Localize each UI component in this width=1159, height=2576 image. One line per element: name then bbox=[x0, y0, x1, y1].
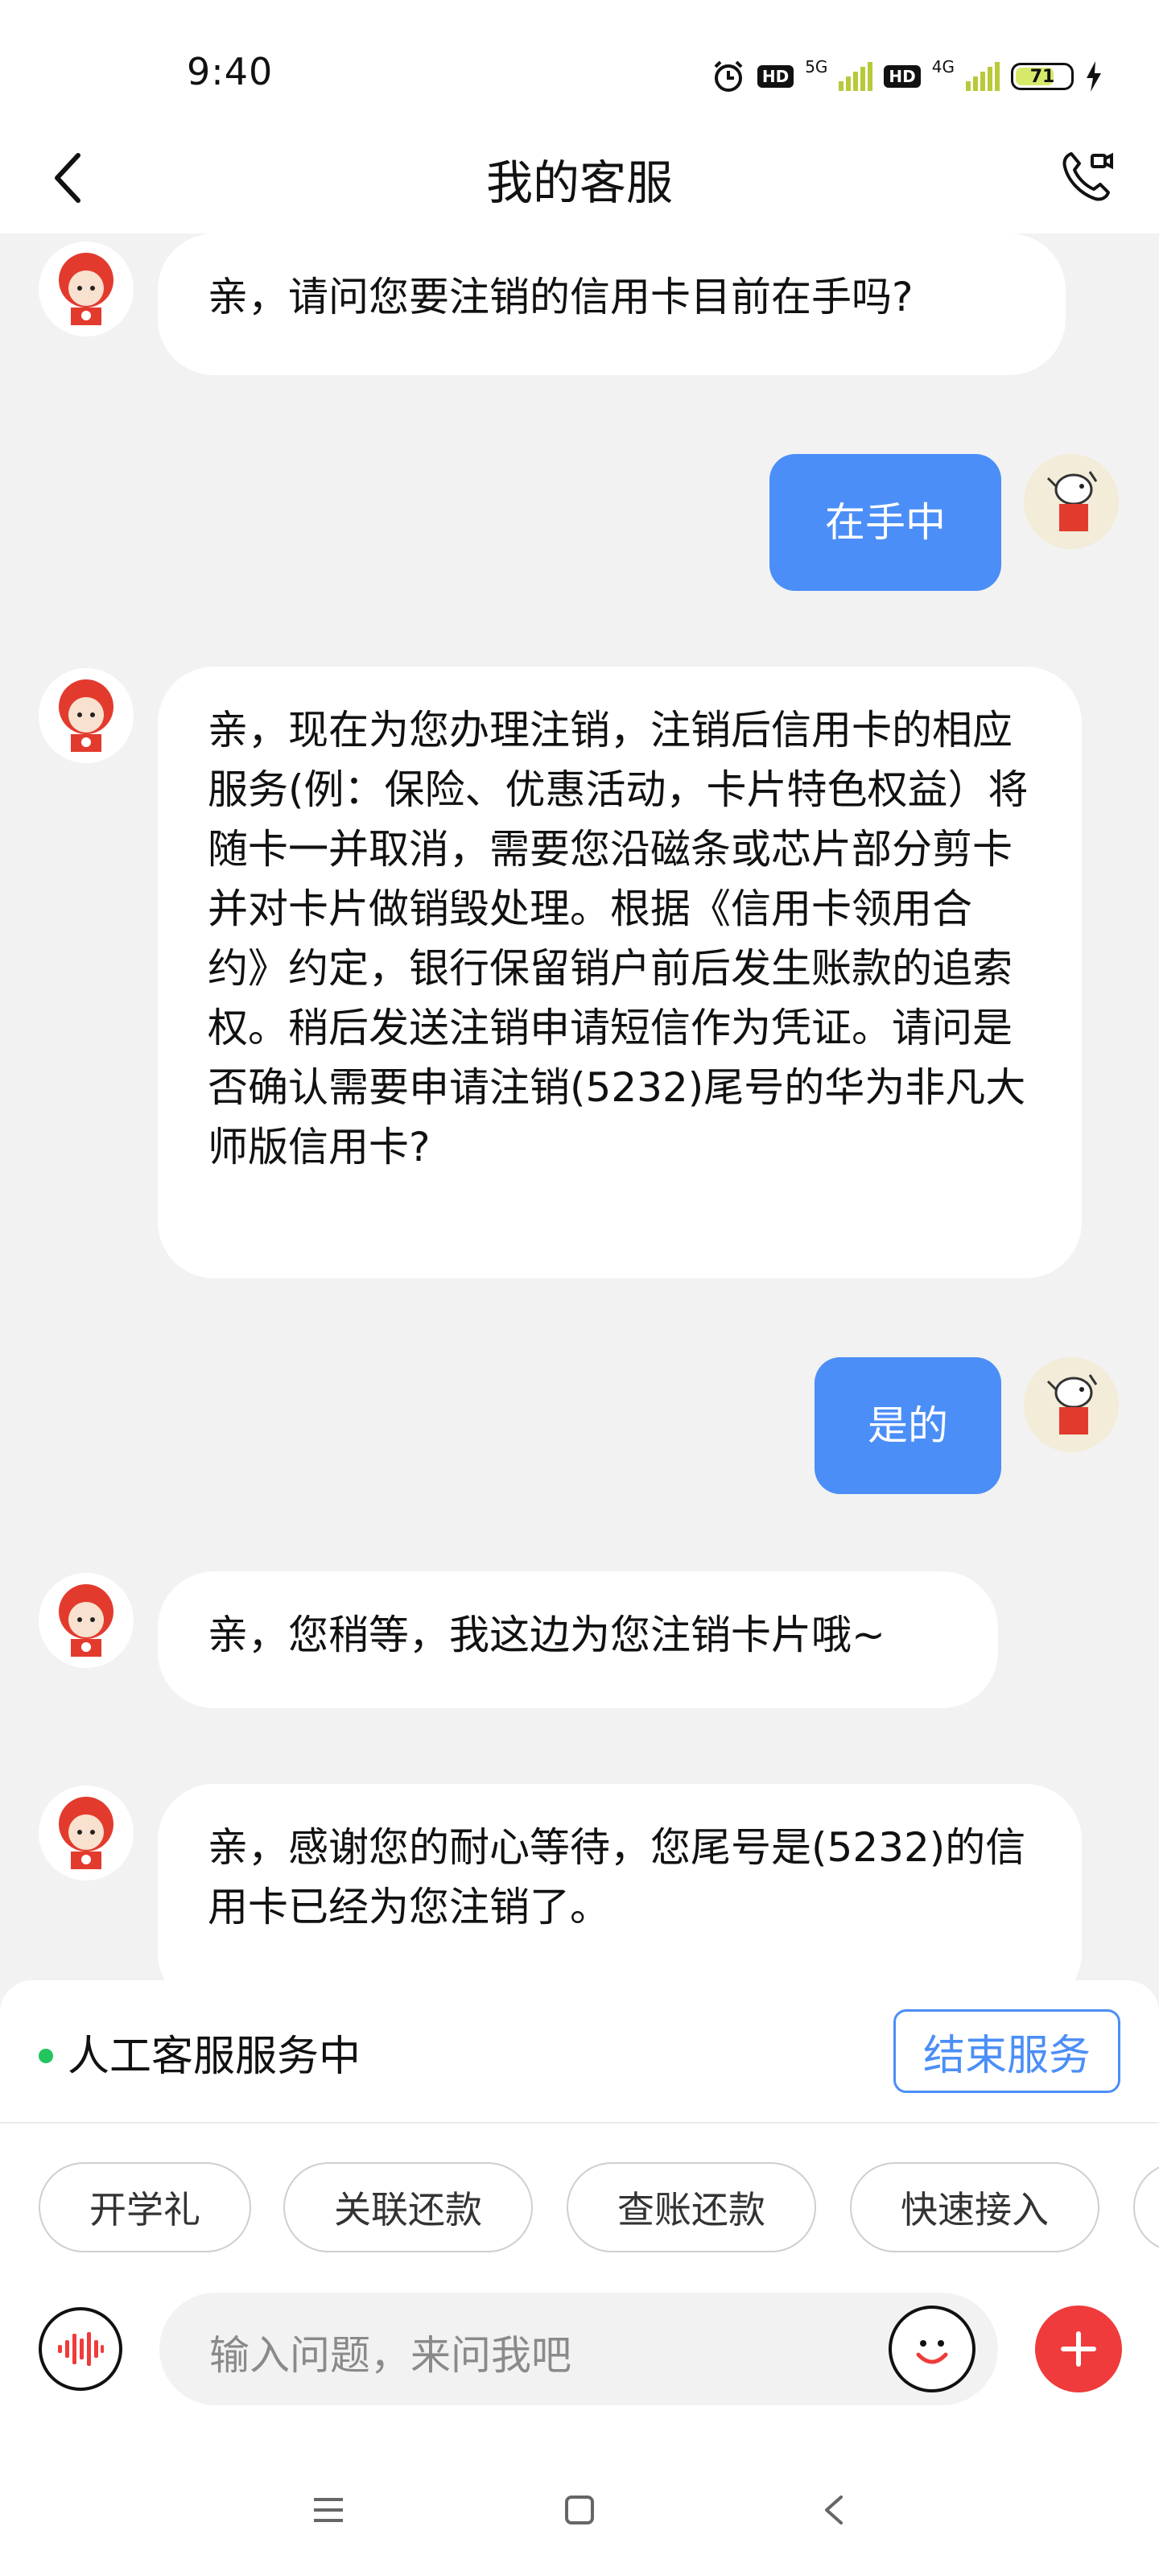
end-service-button[interactable]: 结束服务 bbox=[893, 2009, 1120, 2093]
quick-chip[interactable]: 开学礼 bbox=[39, 2162, 251, 2252]
status-bar: 9:40 HD 5G HD 4G 71 bbox=[0, 0, 1159, 121]
bot-mascot-icon bbox=[39, 1785, 134, 1880]
nav-back-button[interactable] bbox=[810, 2486, 858, 2534]
charging-icon bbox=[1087, 61, 1101, 92]
call-button[interactable] bbox=[1054, 145, 1119, 209]
message-text: 亲，请问您要注销的信用卡目前在手吗? bbox=[208, 274, 914, 320]
battery-icon: 71 bbox=[1011, 63, 1074, 90]
quick-chips[interactable]: 开学礼 关联还款 查账还款 快速接入 bbox=[0, 2124, 1159, 2252]
service-status-bar: 人工客服服务中 结束服务 bbox=[0, 1980, 1159, 2122]
signal-icon bbox=[839, 62, 873, 91]
hd-badge-2: HD bbox=[884, 65, 921, 88]
smile-icon bbox=[916, 2340, 948, 2364]
chat-message-user: 是的 bbox=[815, 1357, 1001, 1494]
chat-message-user: 在手中 bbox=[769, 454, 1001, 591]
status-dot bbox=[39, 2049, 53, 2063]
phone-video-icon bbox=[1062, 152, 1113, 201]
alarm-icon bbox=[714, 60, 743, 92]
user-mascot-icon bbox=[1024, 454, 1119, 549]
signal-icon-2 bbox=[966, 62, 1000, 91]
input-placeholder: 输入问题，来问我吧 bbox=[209, 2332, 571, 2379]
input-bar: 输入问题，来问我吧 bbox=[0, 2252, 1159, 2446]
message-text: 亲，您稍等，我这边为您注销卡片哦~ bbox=[208, 1612, 885, 1658]
hd-badge: HD bbox=[757, 65, 794, 88]
bot-mascot-icon bbox=[39, 668, 134, 763]
bot-mascot-icon bbox=[39, 1573, 134, 1668]
network-label-4g: 4G bbox=[931, 57, 955, 76]
square-icon bbox=[565, 2496, 594, 2524]
home-button[interactable] bbox=[555, 2486, 604, 2534]
message-text: 亲，感谢您的耐心等待，您尾号是(5232)的信用卡已经为您注销了。 bbox=[208, 1824, 1026, 1930]
emoji-button[interactable] bbox=[889, 2306, 975, 2392]
chat-message-bot: 亲，您稍等，我这边为您注销卡片哦~ bbox=[158, 1571, 998, 1708]
user-avatar bbox=[1024, 454, 1119, 549]
system-nav-bar bbox=[0, 2446, 1159, 2576]
bot-avatar bbox=[39, 242, 134, 336]
quick-chip[interactable]: 关联还款 bbox=[283, 2162, 533, 2252]
user-avatar bbox=[1024, 1357, 1119, 1452]
bot-mascot-icon bbox=[39, 242, 134, 336]
menu-icon bbox=[314, 2498, 343, 2522]
voice-wave-icon bbox=[58, 2332, 104, 2366]
status-icons: HD 5G HD 4G 71 bbox=[711, 56, 1103, 97]
user-mascot-icon bbox=[1024, 1357, 1119, 1452]
message-text: 亲，现在为您办理注销，注销后信用卡的相应服务(例：保险、优惠活动，卡片特色权益）… bbox=[208, 707, 1029, 1170]
plus-icon bbox=[1061, 2331, 1096, 2367]
chat-message-bot: 亲，请问您要注销的信用卡目前在手吗? bbox=[158, 233, 1066, 375]
status-time: 9:40 bbox=[187, 50, 274, 93]
chat-area[interactable]: 亲，请问您要注销的信用卡目前在手吗? 在手中 亲，现在为您办理注销，注销后信用卡… bbox=[0, 233, 1159, 1980]
plus-button[interactable] bbox=[1035, 2306, 1122, 2392]
chat-message-bot: 亲，现在为您办理注销，注销后信用卡的相应服务(例：保险、优惠活动，卡片特色权益）… bbox=[158, 667, 1082, 1278]
quick-chip[interactable]: 查账还款 bbox=[567, 2162, 816, 2252]
battery-level: 71 bbox=[1029, 66, 1055, 87]
message-text: 在手中 bbox=[825, 499, 946, 546]
message-text: 是的 bbox=[868, 1402, 948, 1449]
bot-avatar bbox=[39, 1785, 134, 1880]
chat-message-bot: 亲，感谢您的耐心等待，您尾号是(5232)的信用卡已经为您注销了。 bbox=[158, 1784, 1082, 1980]
quick-chip[interactable]: 快速接入 bbox=[850, 2162, 1099, 2252]
network-label-5g: 5G bbox=[805, 57, 828, 76]
voice-button[interactable] bbox=[39, 2307, 122, 2391]
header: 我的客服 bbox=[0, 121, 1159, 233]
bot-avatar bbox=[39, 668, 134, 763]
bot-avatar bbox=[39, 1573, 134, 1668]
menu-button[interactable] bbox=[304, 2486, 353, 2534]
service-status-text: 人工客服服务中 bbox=[68, 2033, 361, 2081]
message-input[interactable]: 输入问题，来问我吧 bbox=[159, 2293, 998, 2405]
quick-chip-partial[interactable] bbox=[1133, 2162, 1159, 2252]
page-title: 我的客服 bbox=[485, 155, 673, 210]
back-triangle-icon bbox=[825, 2496, 843, 2524]
